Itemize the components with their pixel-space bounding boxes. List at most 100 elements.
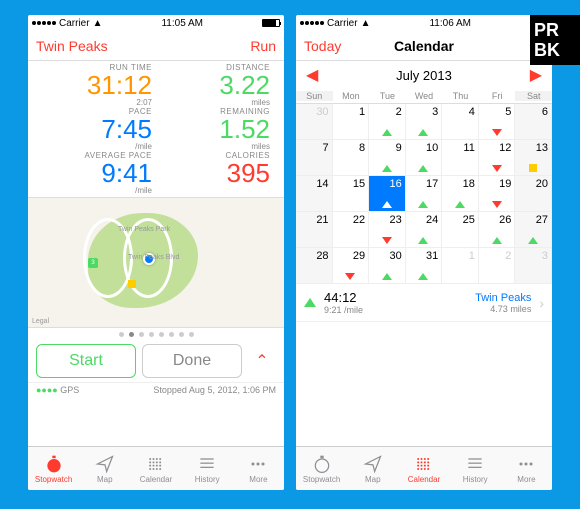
history-icon — [465, 454, 485, 474]
tab-stopwatch[interactable]: Stopwatch — [28, 447, 79, 490]
pace-sub: /mile — [42, 142, 152, 151]
calendar-day[interactable]: 22 — [333, 212, 370, 248]
bad-run-icon — [492, 129, 502, 136]
calendar-day[interactable]: 15 — [333, 176, 370, 212]
calendar-day[interactable]: 1 — [442, 248, 479, 284]
distance-value: 3.22 — [160, 72, 270, 98]
calendar-day[interactable]: 10 — [406, 140, 443, 176]
expand-up-icon[interactable]: ⌃ — [248, 347, 276, 375]
wifi-icon: ▲ — [93, 18, 103, 29]
rest-day-icon — [529, 164, 537, 172]
calendar-day[interactable]: 17 — [406, 176, 443, 212]
calendar-day[interactable]: 14 — [296, 176, 333, 212]
run-summary-row[interactable]: 44:12 9:21 /mile Twin Peaks 4.73 miles › — [296, 284, 552, 322]
weekday-label: Fri — [479, 91, 516, 101]
calendar-day[interactable]: 30 — [369, 248, 406, 284]
location-icon — [95, 454, 115, 474]
tab-history[interactable]: History — [450, 447, 501, 490]
bad-run-icon — [492, 165, 502, 172]
gps-label: GPS — [60, 385, 79, 395]
calendar-day[interactable]: 23 — [369, 212, 406, 248]
calendar-day[interactable]: 8 — [333, 140, 370, 176]
calendar-day[interactable]: 21 — [296, 212, 333, 248]
empty-area — [296, 322, 552, 446]
weekday-row: SunMonTueWedThuFriSat — [296, 89, 552, 104]
metrics-grid: RUN TIME31:122:07 DISTANCE3.22miles PACE… — [28, 61, 284, 198]
month-label: July 2013 — [396, 68, 452, 83]
avgpace-value: 9:41 — [42, 160, 152, 186]
tab-bar: Stopwatch Map Calendar History More — [28, 446, 284, 490]
calendar-day[interactable]: 24 — [406, 212, 443, 248]
prev-month-icon[interactable]: ◀ — [306, 65, 318, 85]
nav-back[interactable]: Twin Peaks — [36, 38, 108, 54]
calendar-day[interactable]: 28 — [296, 248, 333, 284]
run-time-value: 31:12 — [42, 72, 152, 98]
status-bar: Carrier ▲ 11:05 AM — [28, 15, 284, 31]
run-up-icon — [304, 298, 316, 307]
map-legal[interactable]: Legal — [32, 318, 49, 325]
more-icon — [248, 454, 268, 474]
good-run-icon — [382, 129, 392, 136]
calendar-day[interactable]: 20 — [515, 176, 552, 212]
run-location: Twin Peaks — [475, 292, 531, 304]
tab-map[interactable]: Map — [347, 447, 398, 490]
nav-title: Calendar — [394, 38, 454, 54]
tab-map[interactable]: Map — [79, 447, 130, 490]
carrier-label: Carrier — [59, 18, 90, 29]
calendar-day[interactable]: 13 — [515, 140, 552, 176]
calendar-day[interactable]: 27 — [515, 212, 552, 248]
tab-more[interactable]: More — [233, 447, 284, 490]
calendar-day[interactable]: 6 — [515, 104, 552, 140]
run-distance: 4.73 miles — [475, 304, 531, 314]
calendar-day[interactable]: 1 — [333, 104, 370, 140]
calendar-day[interactable]: 16 — [369, 176, 406, 212]
map-panel[interactable]: 3 Twin Peaks Park Twin Peaks Blvd Legal — [28, 198, 284, 328]
start-button[interactable]: Start — [36, 344, 136, 378]
bad-run-icon — [492, 201, 502, 208]
calendar-day[interactable]: 5 — [479, 104, 516, 140]
calendar-day[interactable]: 4 — [442, 104, 479, 140]
good-run-icon — [455, 201, 465, 208]
calendar-day[interactable]: 12 — [479, 140, 516, 176]
calendar-day[interactable]: 2 — [479, 248, 516, 284]
tab-history[interactable]: History — [182, 447, 233, 490]
calendar-day[interactable]: 25 — [442, 212, 479, 248]
calendar-day[interactable]: 2 — [369, 104, 406, 140]
distance-sub: miles — [160, 98, 270, 107]
calendar-day[interactable]: 18 — [442, 176, 479, 212]
calendar-day[interactable]: 26 — [479, 212, 516, 248]
nav-today[interactable]: Today — [304, 38, 364, 54]
good-run-icon — [382, 201, 392, 208]
calendar-day[interactable]: 3 — [515, 248, 552, 284]
calendar-day[interactable]: 7 — [296, 140, 333, 176]
good-run-icon — [418, 273, 428, 280]
good-run-icon — [528, 237, 538, 244]
watermark-badge: PR BK — [530, 15, 580, 65]
weekday-label: Sat — [515, 91, 552, 101]
calendar-icon — [146, 454, 166, 474]
signal-icon — [32, 21, 56, 25]
history-icon — [197, 454, 217, 474]
calendar-day[interactable]: 31 — [406, 248, 443, 284]
tab-stopwatch[interactable]: Stopwatch — [296, 447, 347, 490]
calendar-day[interactable]: 19 — [479, 176, 516, 212]
stopwatch-icon — [312, 454, 332, 474]
tab-bar: Stopwatch Map Calendar History More — [296, 446, 552, 490]
tab-more[interactable]: More — [501, 447, 552, 490]
good-run-icon — [418, 237, 428, 244]
calendar-day[interactable]: 9 — [369, 140, 406, 176]
calendar-day[interactable]: 29 — [333, 248, 370, 284]
calories-value: 395 — [160, 160, 270, 186]
tab-calendar[interactable]: Calendar — [130, 447, 181, 490]
page-dots[interactable] — [28, 328, 284, 340]
calendar-day[interactable]: 30 — [296, 104, 333, 140]
tab-calendar[interactable]: Calendar — [398, 447, 449, 490]
next-month-icon[interactable]: ▶ — [530, 65, 542, 85]
month-header: ◀ July 2013 ▶ — [296, 61, 552, 89]
nav-action[interactable]: Run — [216, 38, 276, 54]
action-row: Start Done ⌃ — [28, 340, 284, 382]
calendar-day[interactable]: 3 — [406, 104, 443, 140]
calendar-day[interactable]: 11 — [442, 140, 479, 176]
done-button[interactable]: Done — [142, 344, 242, 378]
carrier-label: Carrier — [327, 18, 358, 29]
